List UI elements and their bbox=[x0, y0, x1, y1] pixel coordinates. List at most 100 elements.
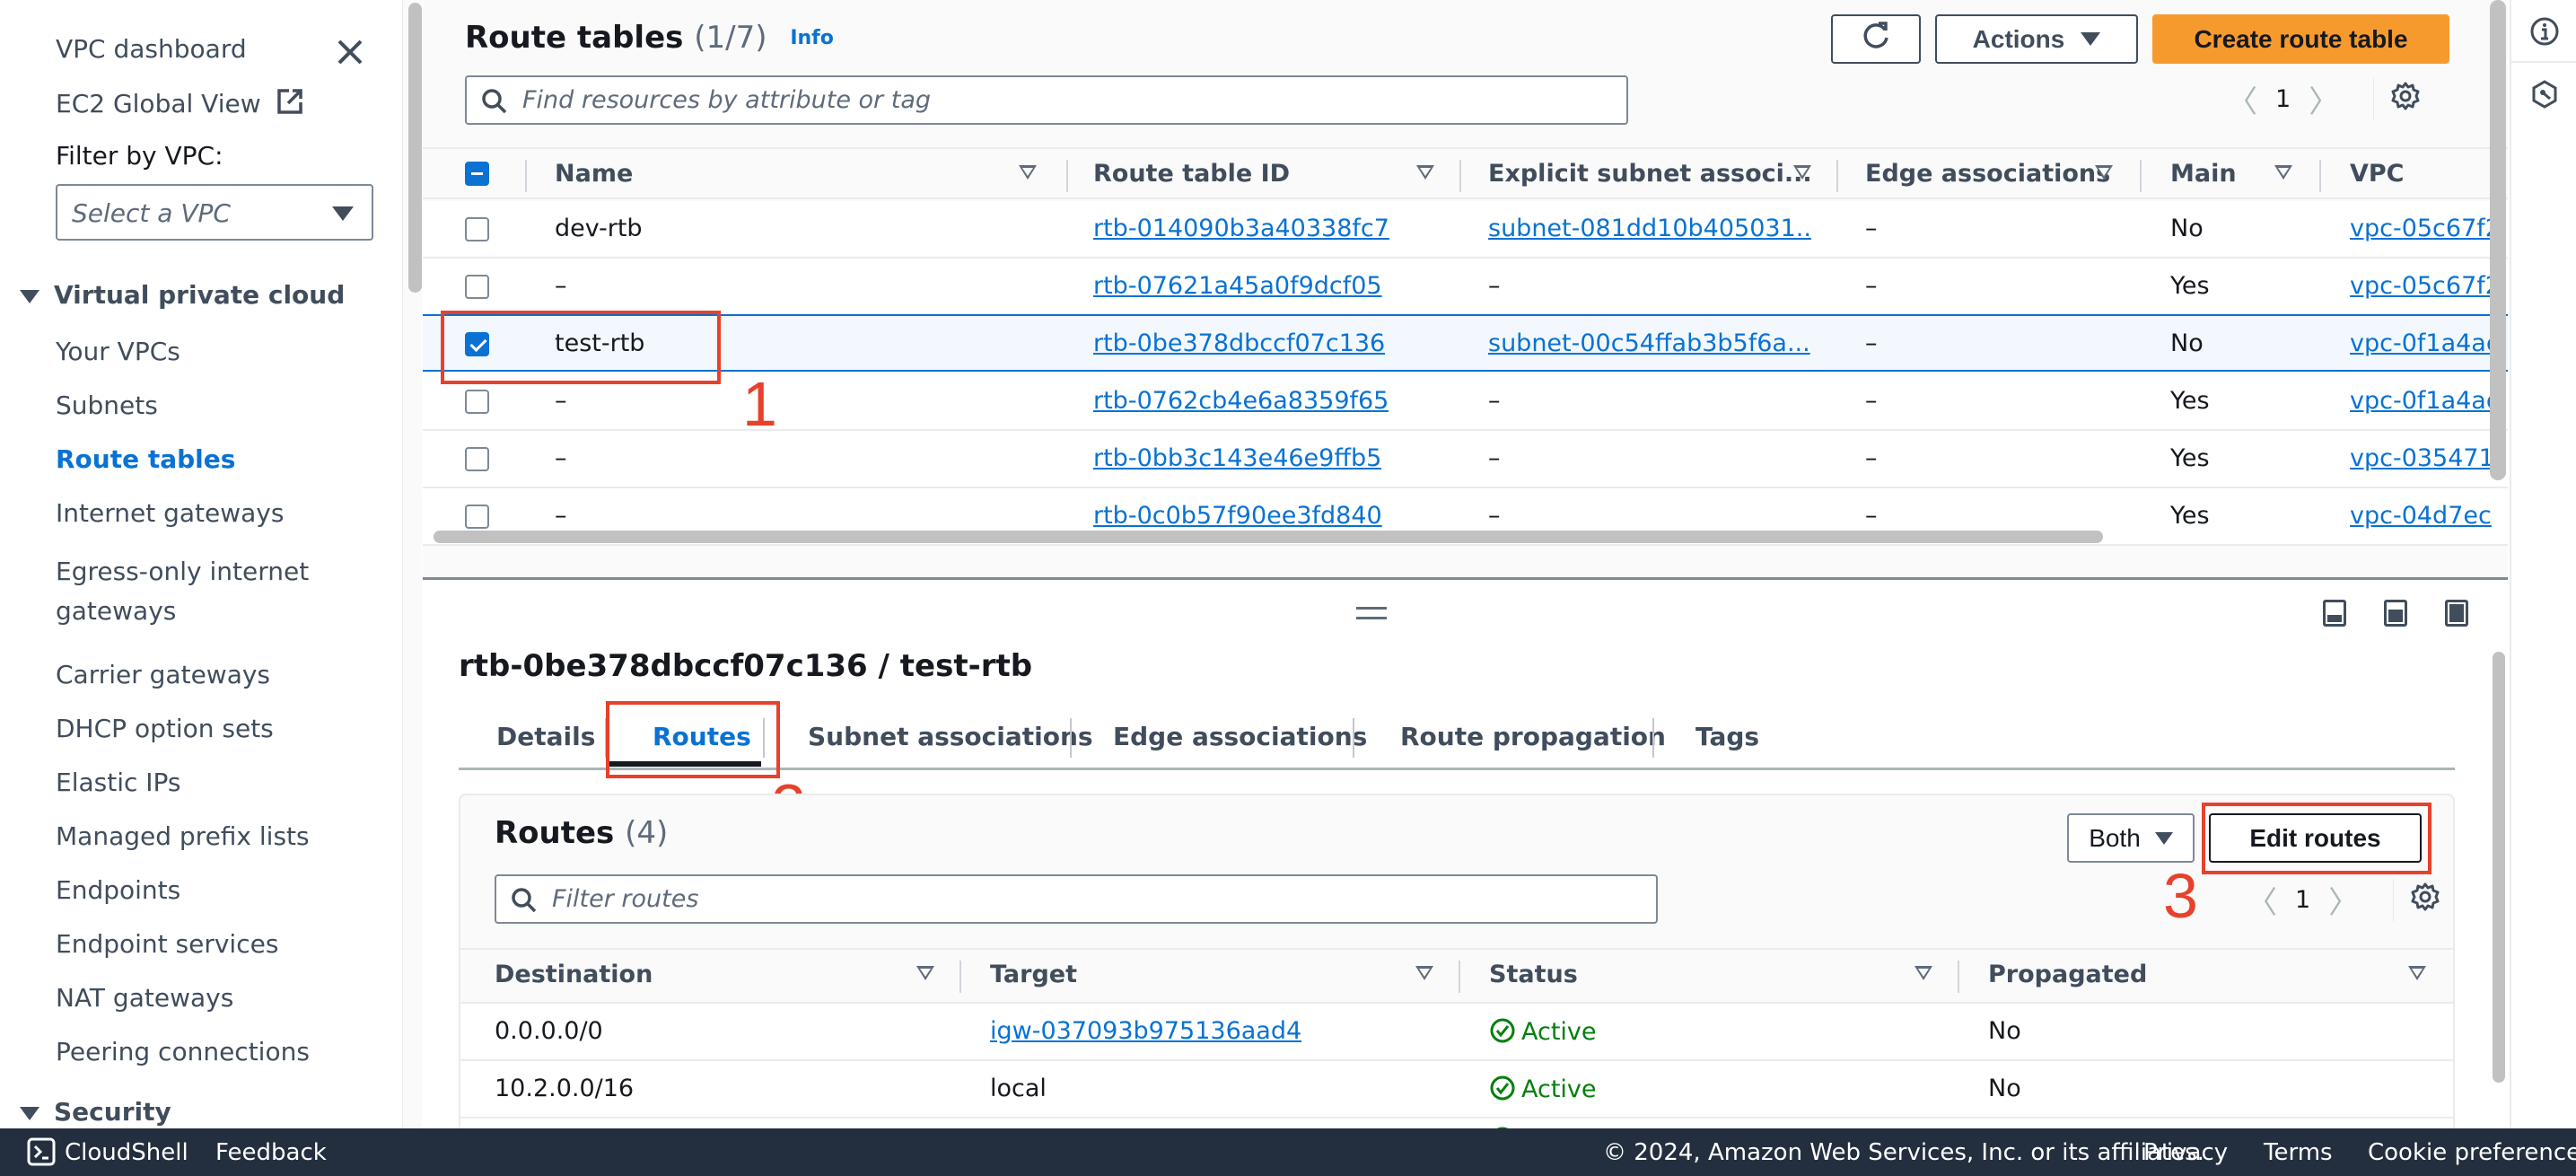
terms-link[interactable]: Terms bbox=[2264, 1139, 2333, 1166]
column-header-destination[interactable]: Destination bbox=[495, 961, 653, 988]
tab-details[interactable]: Details bbox=[496, 722, 595, 751]
vpc-filter-select[interactable]: Select a VPC bbox=[56, 184, 373, 241]
top-panel-scrollbar[interactable] bbox=[2490, 0, 2506, 480]
cell-route-table-id-link[interactable]: rtb-014090b3a40338fc7 bbox=[1093, 215, 1389, 242]
preferences-gear-icon[interactable] bbox=[2410, 882, 2440, 918]
sidebar-item-elastic-ips[interactable]: Elastic IPs bbox=[56, 768, 181, 797]
sidebar-item-endpoints[interactable]: Endpoints bbox=[56, 875, 180, 905]
sort-icon[interactable] bbox=[1415, 966, 1433, 980]
sidebar-item-route-tables[interactable]: Route tables bbox=[56, 444, 235, 474]
row-checkbox[interactable] bbox=[465, 275, 489, 299]
sort-icon[interactable] bbox=[1914, 966, 1932, 980]
cell-route-table-id-link[interactable]: rtb-07621a45a0f9dcf05 bbox=[1093, 272, 1382, 300]
column-header-main[interactable]: Main bbox=[2170, 160, 2237, 188]
cell-vpc-link[interactable]: vpc-04d7ec bbox=[2350, 502, 2492, 530]
sort-icon[interactable] bbox=[2095, 165, 2113, 180]
sidebar-item-carrier-gateways[interactable]: Carrier gateways bbox=[56, 660, 270, 689]
column-header-edge-associations[interactable]: Edge associations bbox=[1865, 160, 2110, 188]
resize-handle-icon[interactable] bbox=[1356, 607, 1387, 619]
refresh-button[interactable] bbox=[1831, 14, 1921, 64]
troubleshoot-hexagon-icon[interactable] bbox=[2529, 79, 2560, 113]
table-row[interactable]: – rtb-0bb3c143e46e9ffb5 – – Yes vpc-0354… bbox=[423, 431, 2508, 488]
privacy-link[interactable]: Privacy bbox=[2143, 1139, 2228, 1166]
select-all-checkbox[interactable] bbox=[465, 162, 489, 186]
table-horizontal-scrollbar[interactable] bbox=[434, 531, 2103, 543]
sort-icon[interactable] bbox=[2408, 966, 2426, 980]
sidebar-item-your-vpcs[interactable]: Your VPCs bbox=[56, 337, 180, 366]
next-page-icon[interactable]: 〉 bbox=[2309, 77, 2339, 121]
sort-icon[interactable] bbox=[916, 966, 934, 980]
panel-position-full-icon[interactable] bbox=[2445, 600, 2468, 627]
row-checkbox[interactable] bbox=[465, 505, 489, 529]
info-panel-icon[interactable] bbox=[2529, 16, 2560, 50]
create-route-table-button[interactable]: Create route table bbox=[2152, 14, 2449, 64]
sidebar-item-egress-only-internet-gateways[interactable]: Egress-only internet gateways bbox=[56, 552, 309, 631]
cell-route-table-id-link[interactable]: rtb-0be378dbccf07c136 bbox=[1093, 329, 1385, 357]
cell-subnet-link[interactable]: subnet-00c54ffab3b5f6a... bbox=[1488, 329, 1810, 357]
sidebar-item-subnets[interactable]: Subnets bbox=[56, 391, 158, 420]
column-header-target[interactable]: Target bbox=[990, 961, 1077, 988]
cell-route-table-id-link[interactable]: rtb-0c0b57f90ee3fd840 bbox=[1093, 502, 1382, 530]
column-header-status[interactable]: Status bbox=[1489, 961, 1578, 988]
column-header-explicit-subnet-associations[interactable]: Explicit subnet associ... bbox=[1488, 160, 1812, 188]
column-header-name[interactable]: Name bbox=[555, 160, 633, 188]
cell-target-link[interactable]: igw-037093b975136aad4 bbox=[990, 1017, 1301, 1045]
table-row[interactable]: – rtb-07621a45a0f9dcf05 – – Yes vpc-05c6… bbox=[423, 259, 2508, 316]
sort-icon[interactable] bbox=[1019, 165, 1037, 180]
sort-icon[interactable] bbox=[1416, 165, 1434, 180]
cell-route-table-id-link[interactable]: rtb-0762cb4e6a8359f65 bbox=[1093, 387, 1389, 415]
column-header-route-table-id[interactable]: Route table ID bbox=[1093, 160, 1290, 188]
sidebar-item-managed-prefix-lists[interactable]: Managed prefix lists bbox=[56, 821, 310, 851]
column-header-propagated[interactable]: Propagated bbox=[1988, 961, 2147, 988]
row-checkbox[interactable] bbox=[465, 447, 489, 471]
row-checkbox[interactable] bbox=[465, 217, 489, 241]
current-page[interactable]: 1 bbox=[2295, 886, 2310, 914]
split-panel-scrollbar[interactable] bbox=[2493, 652, 2505, 1083]
route-table-search-input[interactable]: Find resources by attribute or tag bbox=[465, 75, 1628, 125]
section-security[interactable]: Security bbox=[20, 1097, 171, 1127]
next-page-icon[interactable]: 〉 bbox=[2328, 878, 2359, 922]
tab-route-propagation[interactable]: Route propagation bbox=[1400, 722, 1666, 751]
cloudshell-link[interactable]: CloudShell bbox=[65, 1139, 188, 1166]
tab-edge-associations[interactable]: Edge associations bbox=[1113, 722, 1367, 751]
actions-dropdown-button[interactable]: Actions bbox=[1935, 14, 2138, 64]
sidebar-vpc-dashboard-link[interactable]: VPC dashboard bbox=[56, 34, 247, 64]
cell-subnet-link[interactable]: subnet-081dd10b405031... bbox=[1488, 215, 1811, 242]
cell-vpc-link[interactable]: vpc-035471 bbox=[2350, 444, 2494, 472]
sidebar-scrollbar-thumb[interactable] bbox=[408, 3, 422, 293]
panel-position-side-icon[interactable] bbox=[2384, 600, 2407, 627]
feedback-link[interactable]: Feedback bbox=[215, 1139, 327, 1166]
close-navigation-icon[interactable] bbox=[334, 36, 366, 68]
panel-position-bottom-icon[interactable] bbox=[2323, 600, 2346, 627]
sort-icon[interactable] bbox=[1793, 165, 1811, 180]
previous-page-icon[interactable]: 〈 bbox=[2247, 878, 2277, 922]
column-header-vpc[interactable]: VPC bbox=[2350, 160, 2405, 188]
info-link[interactable]: Info bbox=[790, 27, 834, 49]
cell-route-table-id-link[interactable]: rtb-0bb3c143e46e9ffb5 bbox=[1093, 444, 1381, 472]
route-filter-select[interactable]: Both bbox=[2067, 813, 2195, 863]
section-virtual-private-cloud[interactable]: Virtual private cloud bbox=[20, 280, 345, 310]
tab-tags[interactable]: Tags bbox=[1695, 722, 1759, 751]
cell-vpc-link[interactable]: vpc-05c67f2 bbox=[2350, 272, 2501, 300]
current-page[interactable]: 1 bbox=[2275, 85, 2291, 113]
cell-vpc-link[interactable]: vpc-05c67f2 bbox=[2350, 215, 2501, 242]
cloudshell-icon[interactable] bbox=[27, 1137, 56, 1172]
sidebar-item-dhcp-option-sets[interactable]: DHCP option sets bbox=[56, 714, 274, 743]
cell-vpc-link[interactable]: vpc-0f1a4ae bbox=[2350, 387, 2501, 415]
sidebar-ec2-global-view-link[interactable]: EC2 Global View bbox=[56, 88, 303, 121]
table-row[interactable]: – rtb-0762cb4e6a8359f65 – – Yes vpc-0f1a… bbox=[423, 373, 2508, 431]
cell-vpc-link[interactable]: vpc-0f1a4ae bbox=[2350, 329, 2501, 357]
row-checkbox[interactable] bbox=[465, 390, 489, 414]
sort-icon[interactable] bbox=[2274, 165, 2292, 180]
cookie-preferences-link[interactable]: Cookie preferences bbox=[2368, 1139, 2576, 1166]
filter-routes-input[interactable]: Filter routes bbox=[495, 874, 1658, 924]
sidebar-item-internet-gateways[interactable]: Internet gateways bbox=[56, 498, 284, 528]
sidebar-item-endpoint-services[interactable]: Endpoint services bbox=[56, 929, 278, 959]
preferences-gear-icon[interactable] bbox=[2390, 81, 2421, 118]
sidebar-item-peering-connections[interactable]: Peering connections bbox=[56, 1037, 310, 1066]
tab-subnet-associations[interactable]: Subnet associations bbox=[808, 722, 1093, 751]
previous-page-icon[interactable]: 〈 bbox=[2227, 77, 2257, 121]
table-row-selected[interactable]: test-rtb rtb-0be378dbccf07c136 subnet-00… bbox=[423, 314, 2508, 372]
sidebar-item-nat-gateways[interactable]: NAT gateways bbox=[56, 983, 233, 1013]
table-row[interactable]: dev-rtb rtb-014090b3a40338fc7 subnet-081… bbox=[423, 201, 2508, 259]
